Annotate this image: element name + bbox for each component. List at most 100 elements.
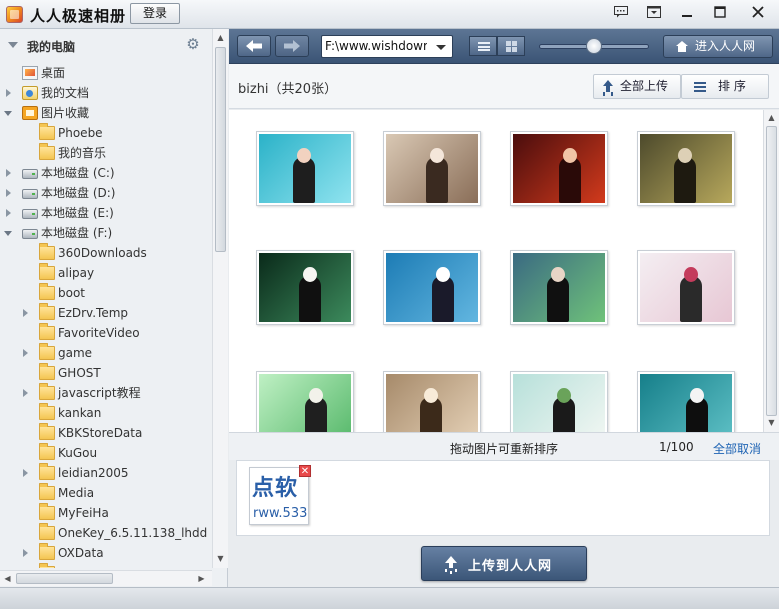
back-button[interactable] xyxy=(237,35,271,57)
scroll-down-arrow-icon[interactable]: ▼ xyxy=(215,552,226,566)
scroll-left-arrow-icon[interactable]: ◀ xyxy=(2,572,13,586)
folder-icon xyxy=(39,503,55,520)
tree-item[interactable]: javascript教程 xyxy=(23,383,212,403)
forward-button[interactable] xyxy=(275,35,309,57)
chat-icon[interactable] xyxy=(610,4,632,24)
expand-arrow-icon[interactable] xyxy=(4,103,14,123)
drag-hint-text: 拖动图片可重新排序 xyxy=(450,442,559,456)
cancel-all-link[interactable]: 全部取消 xyxy=(713,440,761,457)
photo-thumbnail[interactable] xyxy=(256,250,354,325)
pictures-icon xyxy=(22,106,38,120)
expand-arrow-icon[interactable] xyxy=(4,223,14,243)
photo-figure-head xyxy=(303,267,317,282)
scroll-down-arrow-icon[interactable]: ▼ xyxy=(766,416,777,430)
photo-grid xyxy=(229,110,779,446)
collapse-arrow-icon[interactable] xyxy=(21,343,31,363)
enter-renren-button[interactable]: 进入人人网 xyxy=(663,35,773,58)
photo-thumbnail[interactable] xyxy=(383,250,481,325)
tree-item[interactable]: FavoriteVideo xyxy=(39,323,212,343)
collapse-arrow-icon[interactable] xyxy=(21,463,31,483)
tree-item[interactable]: 360Downloads xyxy=(39,243,212,263)
photo-thumbnail[interactable] xyxy=(510,131,608,206)
tree-item[interactable]: Media xyxy=(39,483,212,503)
tree-item[interactable]: alipay xyxy=(39,263,212,283)
sidebar-header[interactable]: 我的电脑 ⚙ xyxy=(0,29,212,61)
tree-item[interactable]: 本地磁盘 (D:) xyxy=(6,183,212,203)
scroll-up-arrow-icon[interactable]: ▲ xyxy=(215,31,226,45)
list-view-icon xyxy=(478,42,490,51)
sidebar-vertical-scrollbar[interactable]: ▲ ▼ xyxy=(212,29,228,568)
collapse-arrow-icon[interactable] xyxy=(4,163,14,183)
sort-button[interactable]: 排 序 xyxy=(681,74,769,99)
minimize-icon[interactable] xyxy=(676,4,698,24)
collapse-arrow-icon[interactable] xyxy=(21,543,31,563)
tree-item[interactable]: GHOST xyxy=(39,363,212,383)
folder-icon xyxy=(39,323,55,340)
upload-to-renren-button[interactable]: 上传到人人网 xyxy=(421,546,587,581)
tree-item[interactable]: 我的音乐 xyxy=(39,143,212,163)
tree-item[interactable]: KuGou xyxy=(39,443,212,463)
tree-item[interactable]: 本地磁盘 (F:) xyxy=(4,223,212,243)
app-logo-icon xyxy=(6,6,23,23)
upload-all-button[interactable]: 全部上传 xyxy=(593,74,681,99)
photo-figure-head xyxy=(678,148,692,163)
tree-item[interactable]: EzDrv.Temp xyxy=(23,303,212,323)
collapse-arrow-icon[interactable] xyxy=(4,83,14,103)
list-view-button[interactable] xyxy=(469,36,497,56)
tree-item[interactable]: MyFeiHa xyxy=(39,503,212,523)
tree-item[interactable]: 我的文档 xyxy=(6,83,212,103)
tree-item-label: 360Downloads xyxy=(58,246,147,260)
photo-figure-head xyxy=(563,148,577,163)
tree-item[interactable]: leidian2005 xyxy=(23,463,212,483)
tree-item[interactable]: OXData xyxy=(23,543,212,563)
photo-thumbnail[interactable] xyxy=(637,131,735,206)
grid-view-icon xyxy=(506,41,517,52)
photo-thumbnail[interactable] xyxy=(637,250,735,325)
scrollbar-thumb[interactable] xyxy=(215,47,226,252)
sort-list-icon xyxy=(694,82,706,92)
tree-item-label: 本地磁盘 (F:) xyxy=(41,226,113,240)
collapse-arrow-icon[interactable] xyxy=(8,42,18,48)
scrollbar-thumb[interactable] xyxy=(16,573,113,584)
login-button[interactable]: 登录 xyxy=(130,3,180,24)
tree-item[interactable]: 桌面 xyxy=(22,63,212,83)
scroll-up-arrow-icon[interactable]: ▲ xyxy=(766,111,777,125)
sidebar-horizontal-scrollbar[interactable]: ◀ ▶ xyxy=(0,570,212,586)
collapse-arrow-icon[interactable] xyxy=(4,203,14,223)
tree-item[interactable]: Phoebe xyxy=(39,123,212,143)
zoom-slider-handle[interactable] xyxy=(586,38,602,54)
scrollbar-thumb[interactable] xyxy=(766,126,777,416)
tree-item[interactable]: 本地磁盘 (C:) xyxy=(6,163,212,183)
close-icon[interactable] xyxy=(747,4,769,24)
gear-icon[interactable]: ⚙ xyxy=(186,37,200,52)
menu-icon[interactable] xyxy=(643,4,665,24)
remove-photo-close-icon[interactable]: ✕ xyxy=(299,465,311,477)
grid-view-button[interactable] xyxy=(497,36,525,56)
tree-item[interactable] xyxy=(39,563,212,568)
photo-figure xyxy=(680,276,702,322)
collapse-arrow-icon[interactable] xyxy=(21,383,31,403)
photo-thumbnail[interactable] xyxy=(510,250,608,325)
collapse-arrow-icon[interactable] xyxy=(4,183,14,203)
collapse-arrow-icon[interactable] xyxy=(21,303,31,323)
tree-item-label: 本地磁盘 (D:) xyxy=(41,186,116,200)
tree-item-label: EzDrv.Temp xyxy=(58,306,129,320)
folder-icon xyxy=(39,383,55,400)
photo-thumbnail[interactable] xyxy=(256,131,354,206)
thumbnail-logo-text: 点软 xyxy=(252,476,299,501)
tree-item[interactable]: game xyxy=(23,343,212,363)
tree-item[interactable]: OneKey_6.5.11.138_lhdd xyxy=(39,523,212,543)
tree-item[interactable]: boot xyxy=(39,283,212,303)
home-icon xyxy=(676,41,688,52)
tree-item[interactable]: 本地磁盘 (E:) xyxy=(6,203,212,223)
photo-thumbnail[interactable] xyxy=(383,131,481,206)
tree-item-label: 图片收藏 xyxy=(41,106,90,120)
path-dropdown[interactable]: F:\www.wishdowr xyxy=(321,35,453,58)
tree-item[interactable]: KBKStoreData xyxy=(39,423,212,443)
scroll-right-arrow-icon[interactable]: ▶ xyxy=(196,572,207,586)
maximize-icon[interactable] xyxy=(709,4,731,24)
tree-item[interactable]: kankan xyxy=(39,403,212,423)
grid-vertical-scrollbar[interactable]: ▲ ▼ xyxy=(763,110,779,432)
sort-label: 排 序 xyxy=(718,79,746,93)
tree-item[interactable]: 图片收藏 xyxy=(4,103,212,123)
